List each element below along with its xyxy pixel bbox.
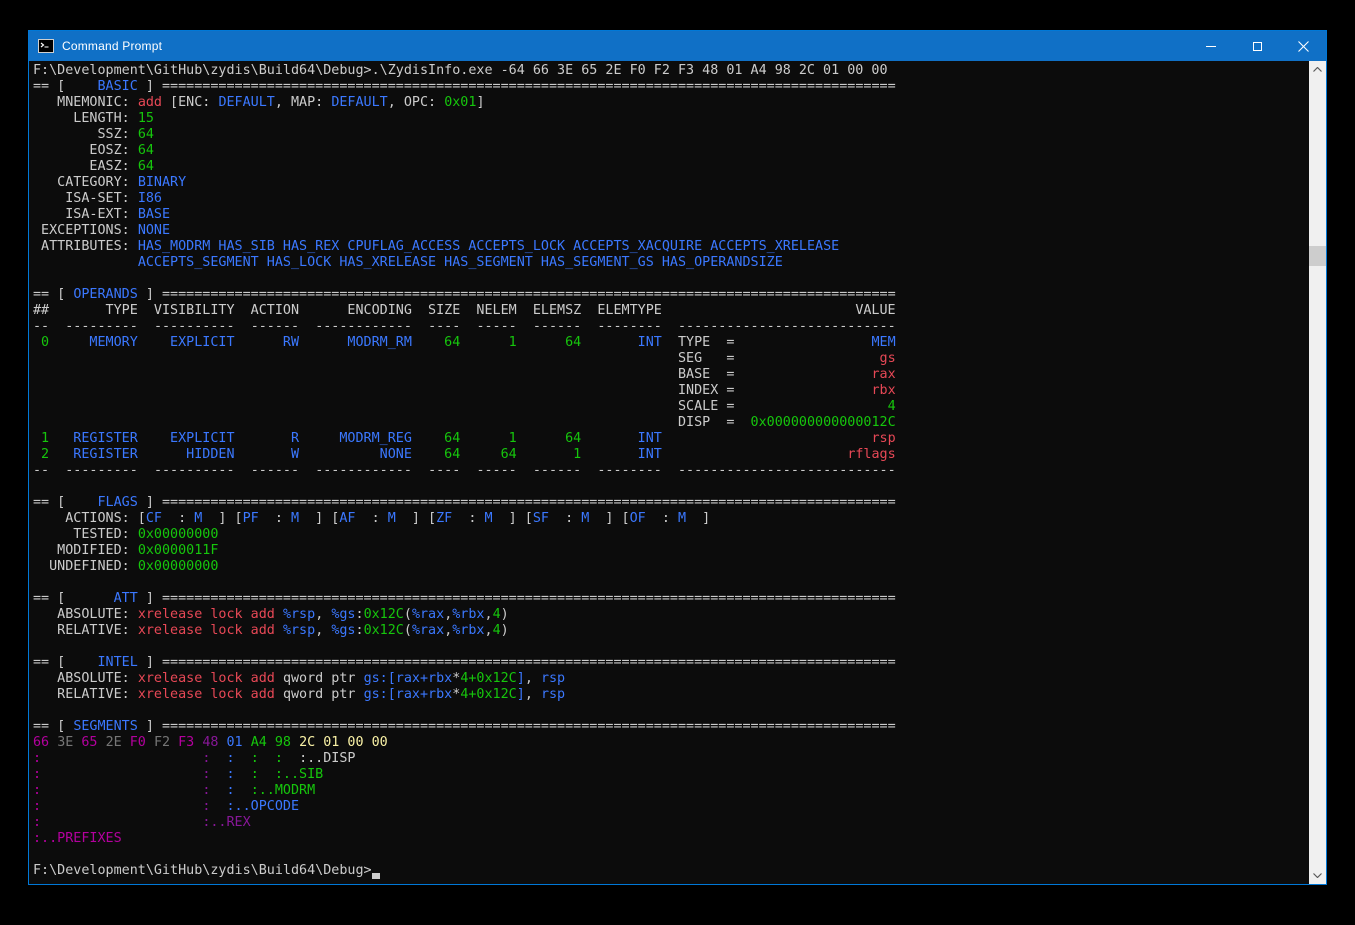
console-line: ISA-SET: I86 [33, 191, 1309, 207]
console-line: 1 REGISTER EXPLICIT R MODRM_REG 64 1 64 … [33, 431, 1309, 447]
console-line [33, 703, 1309, 719]
console-line: : : : :..MODRM [33, 783, 1309, 799]
console-line [33, 575, 1309, 591]
console-line: == [ INTEL ] ===========================… [33, 655, 1309, 671]
console-line: SEG = gs [33, 351, 1309, 367]
close-button[interactable] [1280, 31, 1326, 61]
console-line: ## TYPE VISIBILITY ACTION ENCODING SIZE … [33, 303, 1309, 319]
maximize-icon [1253, 42, 1262, 51]
console-line [33, 639, 1309, 655]
console-line: EOSZ: 64 [33, 143, 1309, 159]
console-line [33, 847, 1309, 863]
console-line: ATTRIBUTES: HAS_MODRM HAS_SIB HAS_REX CP… [33, 239, 1309, 255]
close-icon [1298, 41, 1309, 52]
console-line: F:\Development\GitHub\zydis\Build64\Debu… [33, 63, 1309, 79]
console-line: SSZ: 64 [33, 127, 1309, 143]
console-line: EASZ: 64 [33, 159, 1309, 175]
console-line: : : : : :..SIB [33, 767, 1309, 783]
console-line: 0 MEMORY EXPLICIT RW MODRM_RM 64 1 64 IN… [33, 335, 1309, 351]
minimize-button[interactable] [1188, 31, 1234, 61]
console-line: EXCEPTIONS: NONE [33, 223, 1309, 239]
cmd-icon [38, 39, 54, 53]
console-area: F:\Development\GitHub\zydis\Build64\Debu… [29, 61, 1326, 884]
console-line: RELATIVE: xrelease lock add %rsp, %gs:0x… [33, 623, 1309, 639]
scroll-up-icon [1313, 67, 1322, 72]
scrollbar[interactable] [1309, 61, 1326, 884]
console-line: == [ BASIC ] ===========================… [33, 79, 1309, 95]
command-prompt-window: Command Prompt F:\Development\GitHub\zyd… [28, 30, 1327, 885]
console-line: ABSOLUTE: xrelease lock add %rsp, %gs:0x… [33, 607, 1309, 623]
console-line: -- --------- ---------- ------ ---------… [33, 463, 1309, 479]
console-line: INDEX = rbx [33, 383, 1309, 399]
console-line: TESTED: 0x00000000 [33, 527, 1309, 543]
minimize-icon [1206, 46, 1216, 47]
console-line: : : :..OPCODE [33, 799, 1309, 815]
console-line: MODIFIED: 0x0000011F [33, 543, 1309, 559]
console-line: == [ OPERANDS ] ========================… [33, 287, 1309, 303]
scroll-down-button[interactable] [1309, 867, 1326, 884]
title-bar[interactable]: Command Prompt [29, 31, 1326, 61]
text-cursor [372, 863, 380, 879]
console-line: ABSOLUTE: xrelease lock add qword ptr gs… [33, 671, 1309, 687]
console-line: 66 3E 65 2E F0 F2 F3 48 01 A4 98 2C 01 0… [33, 735, 1309, 751]
scroll-down-icon [1313, 873, 1322, 878]
console-line: UNDEFINED: 0x00000000 [33, 559, 1309, 575]
console-line: F:\Development\GitHub\zydis\Build64\Debu… [33, 863, 1309, 879]
window-title: Command Prompt [62, 39, 162, 53]
console-line: : :..REX [33, 815, 1309, 831]
console-line: DISP = 0x000000000000012C [33, 415, 1309, 431]
scroll-up-button[interactable] [1309, 61, 1326, 78]
console-line: == [ ATT ] =============================… [33, 591, 1309, 607]
console-line: SCALE = 4 [33, 399, 1309, 415]
console-line: MNEMONIC: add [ENC: DEFAULT, MAP: DEFAUL… [33, 95, 1309, 111]
console-line: -- --------- ---------- ------ ---------… [33, 319, 1309, 335]
console-line [33, 271, 1309, 287]
maximize-button[interactable] [1234, 31, 1280, 61]
console-line: BASE = rax [33, 367, 1309, 383]
console-line: CATEGORY: BINARY [33, 175, 1309, 191]
console-line: LENGTH: 15 [33, 111, 1309, 127]
window-controls [1188, 31, 1326, 61]
console-line: ACTIONS: [CF : M ] [PF : M ] [AF : M ] [… [33, 511, 1309, 527]
console-output[interactable]: F:\Development\GitHub\zydis\Build64\Debu… [29, 61, 1309, 884]
console-line: : : : : : :..DISP [33, 751, 1309, 767]
console-line [33, 479, 1309, 495]
console-line: 2 REGISTER HIDDEN W NONE 64 64 1 INT rfl… [33, 447, 1309, 463]
console-line: == [ SEGMENTS ] ========================… [33, 719, 1309, 735]
console-line: ACCEPTS_SEGMENT HAS_LOCK HAS_XRELEASE HA… [33, 255, 1309, 271]
console-line: == [ FLAGS ] ===========================… [33, 495, 1309, 511]
console-line: ISA-EXT: BASE [33, 207, 1309, 223]
console-line: :..PREFIXES [33, 831, 1309, 847]
console-line: RELATIVE: xrelease lock add qword ptr gs… [33, 687, 1309, 703]
scrollbar-thumb[interactable] [1309, 246, 1326, 266]
